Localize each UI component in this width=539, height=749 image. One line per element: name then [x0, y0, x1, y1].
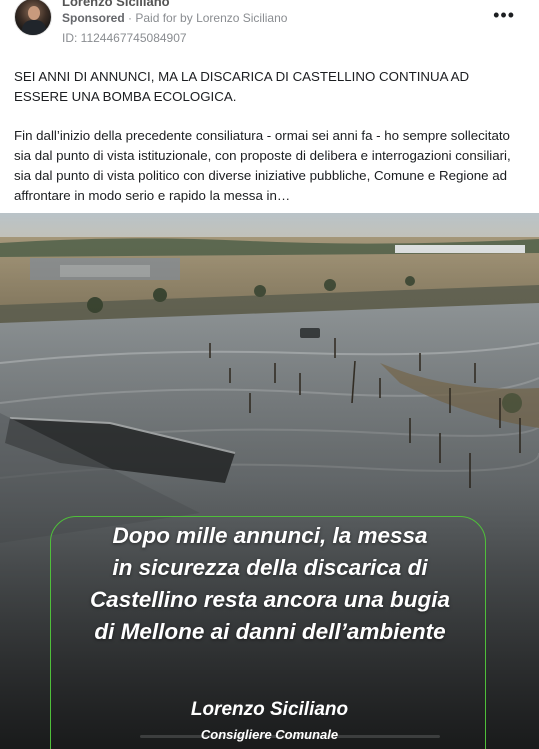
sponsored-line: Sponsored · Paid for by Lorenzo Sicilian… — [62, 11, 287, 25]
avatar-face — [28, 6, 40, 20]
author-name[interactable]: Lorenzo Siciliano — [62, 0, 170, 9]
avatar-body — [22, 20, 46, 35]
overlay-signature-name: Lorenzo Siciliano — [190, 699, 349, 720]
overlay-headline: Dopo mille annunci, la messa in sicurezz… — [30, 520, 510, 648]
post-video[interactable]: Dopo mille annunci, la messa in sicurezz… — [0, 213, 539, 749]
overlay-line-2: in sicurezza della discarica di — [112, 555, 428, 580]
overlay-line-3: Castellino resta ancora una bugia — [89, 587, 451, 612]
overlay-line-1: Dopo mille annunci, la messa — [112, 523, 428, 548]
overlay-line-4: di Mellone ai danni dell’ambiente — [94, 619, 446, 644]
overlay-signature-role: Consigliere Comunale — [200, 727, 339, 742]
sponsored-label: Sponsored — [62, 11, 125, 25]
author-avatar[interactable] — [14, 0, 52, 36]
more-horizontal-icon[interactable]: ••• — [493, 6, 515, 24]
post-body-text: Fin dall’inizio della precedente consili… — [14, 128, 511, 203]
paid-for-name: Lorenzo Siciliano — [196, 11, 288, 25]
ad-id: ID: 1124467745084907 — [62, 31, 187, 45]
post-headline-text: SEI ANNI DI ANNUNCI, MA LA DISCARICA DI … — [14, 69, 470, 104]
paid-for-prefix: · Paid for by — [128, 11, 193, 25]
post-header: Lorenzo Siciliano Sponsored · Paid for b… — [0, 0, 539, 52]
